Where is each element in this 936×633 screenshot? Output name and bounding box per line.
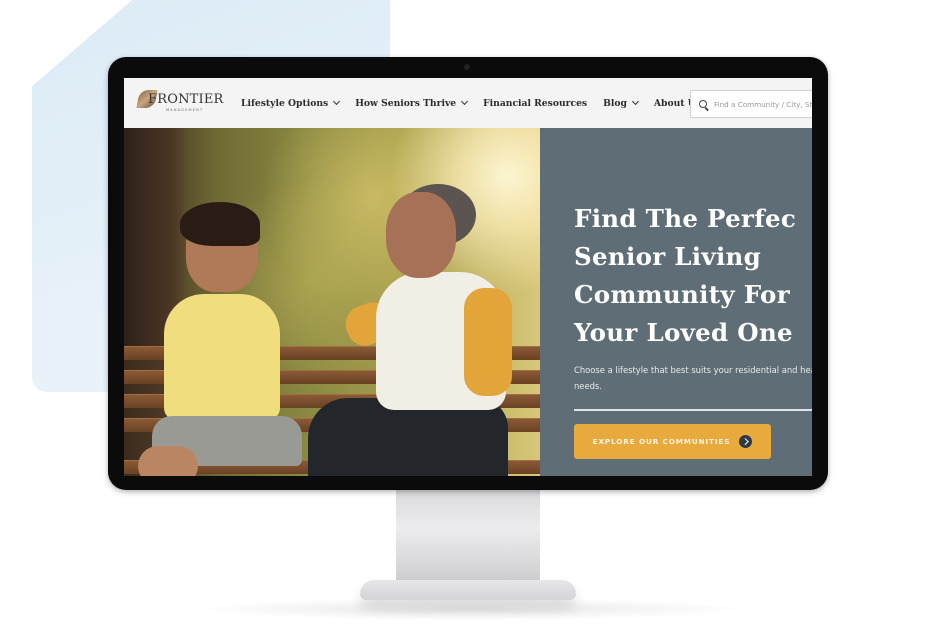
- website-screen: FRONTIER MANAGEMENT Lifestyle Options Ho…: [124, 78, 812, 476]
- chevron-down-icon: [631, 97, 639, 106]
- nav-item-blog[interactable]: Blog: [603, 97, 639, 109]
- hero-title-line: Find The Perfec: [574, 204, 797, 233]
- grandmother-head: [386, 192, 456, 278]
- nav-label: Blog: [603, 97, 627, 109]
- hero-subtitle: Choose a lifestyle that best suits your …: [574, 365, 812, 391]
- monitor-stand: [360, 488, 576, 606]
- search-input[interactable]: [714, 99, 812, 109]
- site-header: FRONTIER MANAGEMENT Lifestyle Options Ho…: [124, 78, 812, 128]
- hero-title-line: Your Loved One: [574, 318, 793, 347]
- cta-label: EXPLORE OUR COMMUNITIES: [592, 437, 731, 446]
- chevron-down-icon: [461, 97, 469, 106]
- main-nav: Lifestyle Options How Seniors Thrive Fin…: [241, 78, 728, 128]
- hero-panel: Find The Perfec Senior Living Community …: [540, 128, 812, 476]
- stand-foot: [360, 580, 576, 600]
- hero-image: [124, 128, 540, 476]
- stand-neck: [396, 488, 540, 588]
- nav-item-lifestyle-options[interactable]: Lifestyle Options: [241, 97, 341, 109]
- hero-title-line: Community For: [574, 280, 790, 309]
- monitor: FRONTIER MANAGEMENT Lifestyle Options Ho…: [108, 57, 828, 490]
- grandmother-sleeve: [464, 288, 512, 396]
- chevron-right-icon: [739, 435, 753, 448]
- nav-item-how-seniors-thrive[interactable]: How Seniors Thrive: [355, 97, 469, 109]
- camera-icon: [464, 64, 470, 70]
- divider: [574, 409, 812, 411]
- boy-leg: [138, 446, 198, 476]
- chevron-down-icon: [333, 97, 341, 106]
- logo-subtext: MANAGEMENT: [166, 108, 204, 112]
- nav-label: How Seniors Thrive: [355, 97, 457, 109]
- nav-label: Lifestyle Options: [241, 97, 329, 109]
- explore-communities-button[interactable]: EXPLORE OUR COMMUNITIES: [574, 424, 771, 459]
- nav-label: Financial Resources: [483, 97, 588, 109]
- hero-title: Find The Perfec Senior Living Community …: [574, 200, 812, 352]
- site-logo[interactable]: FRONTIER MANAGEMENT: [136, 90, 223, 114]
- boy-hair: [180, 202, 260, 246]
- hero-title-line: Senior Living: [574, 242, 762, 271]
- search-icon[interactable]: [699, 99, 708, 109]
- community-search[interactable]: [690, 90, 812, 118]
- logo-text: FRONTIER: [148, 92, 224, 107]
- boy-figure: [164, 294, 280, 420]
- nav-item-financial-resources[interactable]: Financial Resources: [483, 98, 587, 109]
